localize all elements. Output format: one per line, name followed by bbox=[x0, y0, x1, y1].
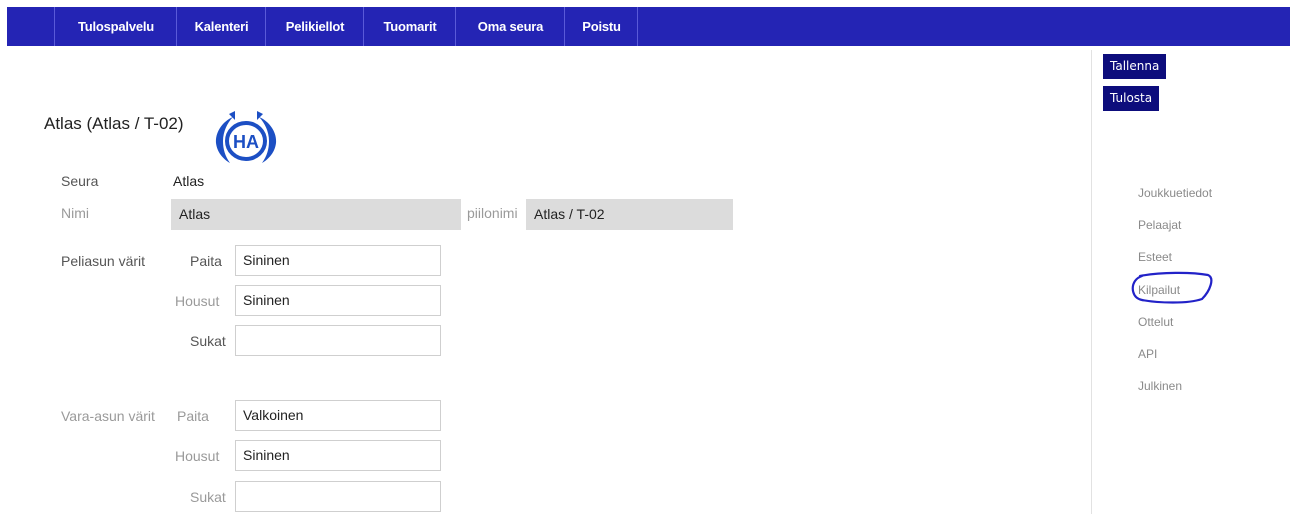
abbr-field: Atlas / T-02 bbox=[526, 199, 733, 230]
sidebar-item-esteet[interactable]: Esteet bbox=[1138, 250, 1172, 264]
top-navbar: Tulospalvelu Kalenteri Pelikiellot Tuoma… bbox=[7, 7, 1290, 46]
nav-item-oma-seura[interactable]: Oma seura bbox=[455, 7, 565, 46]
nav-item-tulospalvelu[interactable]: Tulospalvelu bbox=[54, 7, 177, 46]
nav-separator bbox=[637, 7, 638, 46]
away-shirt-label: Paita bbox=[177, 408, 209, 424]
home-shorts-label: Housut bbox=[175, 293, 220, 309]
nav-item-pelikiellot[interactable]: Pelikiellot bbox=[265, 7, 364, 46]
nav-item-poistu[interactable]: Poistu bbox=[564, 7, 638, 46]
abbr-label: piilonimi bbox=[467, 205, 518, 221]
sidebar-item-ottelut[interactable]: Ottelut bbox=[1138, 315, 1173, 329]
club-value: Atlas bbox=[173, 173, 205, 189]
page-title: Atlas (Atlas / T-02) bbox=[44, 114, 184, 133]
print-button[interactable]: Tulosta bbox=[1103, 86, 1160, 111]
save-button[interactable]: Tallenna bbox=[1103, 54, 1167, 79]
sidebar-item-pelaajat[interactable]: Pelaajat bbox=[1138, 218, 1181, 232]
home-kit-label: Peliasun värit bbox=[61, 253, 146, 269]
away-shorts-label: Housut bbox=[175, 448, 220, 464]
home-socks-label: Sukat bbox=[190, 333, 226, 349]
club-label: Seura bbox=[61, 173, 99, 189]
home-shorts-input[interactable]: Sininen bbox=[235, 285, 441, 316]
club-logo-text: HA bbox=[233, 132, 259, 152]
home-shirt-label: Paita bbox=[190, 253, 222, 269]
name-label: Nimi bbox=[61, 205, 89, 221]
nav-item-kalenteri[interactable]: Kalenteri bbox=[176, 7, 266, 46]
nav-item-tuomarit[interactable]: Tuomarit bbox=[363, 7, 456, 46]
away-kit-label: Vara-asun värit bbox=[61, 408, 155, 424]
sidebar-item-api[interactable]: API bbox=[1138, 347, 1157, 361]
away-shorts-input[interactable]: Sininen bbox=[235, 440, 441, 471]
sidebar-divider bbox=[1091, 50, 1092, 514]
away-socks-label: Sukat bbox=[190, 489, 226, 505]
sidebar-item-joukkuetiedot[interactable]: Joukkuetiedot bbox=[1138, 186, 1212, 200]
away-socks-input[interactable] bbox=[235, 481, 441, 512]
home-socks-input[interactable] bbox=[235, 325, 441, 356]
sidebar-item-julkinen[interactable]: Julkinen bbox=[1138, 379, 1182, 393]
home-shirt-input[interactable]: Sininen bbox=[235, 245, 441, 276]
highlight-circle-annotation bbox=[1131, 271, 1213, 304]
away-shirt-input[interactable]: Valkoinen bbox=[235, 400, 441, 431]
name-field: Atlas bbox=[171, 199, 461, 230]
club-logo: HA bbox=[215, 111, 277, 163]
